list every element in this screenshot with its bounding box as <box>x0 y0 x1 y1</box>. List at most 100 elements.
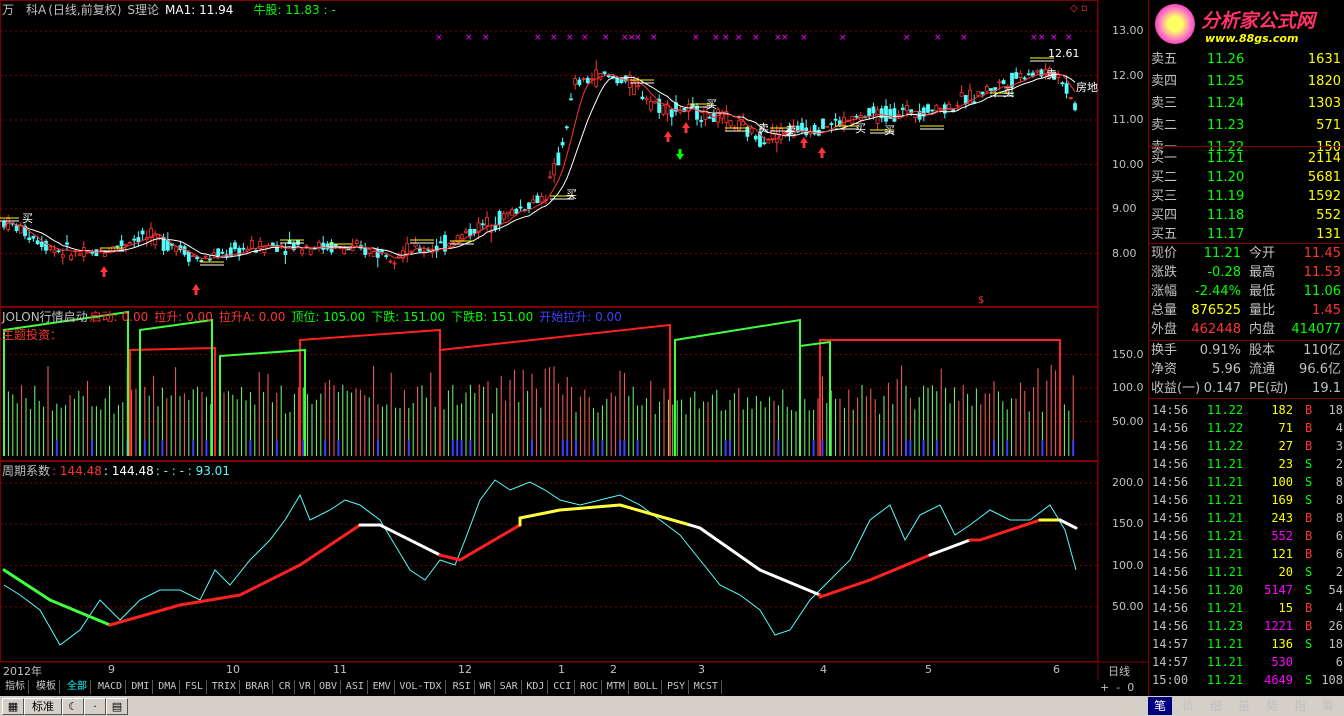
tab-rsi[interactable]: RSI <box>450 680 475 694</box>
candle-body <box>900 107 905 110</box>
right-tab-6[interactable]: 筹 <box>1316 697 1340 715</box>
date-label: 4 <box>820 663 827 676</box>
candle <box>707 115 712 119</box>
tick-row[interactable]: 14:56 11.22 27 B 3 <box>1149 437 1344 455</box>
tab-模板[interactable]: 模板 <box>33 680 60 694</box>
moon-icon[interactable]: ☾ <box>62 698 84 715</box>
candle-body <box>191 255 195 258</box>
zoom-in-button[interactable]: + <box>1100 681 1109 694</box>
tick-side: S <box>1305 457 1313 471</box>
tick-row[interactable]: 14:56 11.21 100 S 8 <box>1149 473 1344 491</box>
tick-row[interactable]: 14:56 11.22 182 B 18 <box>1149 401 1344 419</box>
tick-price: 11.21 <box>1207 565 1244 579</box>
candle-body <box>829 123 834 126</box>
right-tab-4[interactable]: 势 <box>1260 697 1284 715</box>
right-tab-0[interactable]: 笔 <box>1148 697 1172 715</box>
candle-body <box>186 251 191 262</box>
tab-dma[interactable]: DMA <box>155 680 181 694</box>
right-tab-3[interactable]: 量 <box>1232 697 1256 715</box>
x-marker: × <box>712 33 720 43</box>
zoom-controls[interactable]: + - 0 <box>1100 681 1134 694</box>
tick-row[interactable]: 14:57 11.21 530 6 <box>1149 653 1344 671</box>
right-tab-1[interactable]: 价 <box>1176 697 1200 715</box>
candle <box>468 223 473 240</box>
tick-row[interactable]: 14:56 11.21 121 B 6 <box>1149 545 1344 563</box>
tab-cr[interactable]: CR <box>276 680 295 694</box>
tab-指标[interactable]: 指标 <box>2 680 29 694</box>
zoom-reset-button[interactable]: 0 <box>1127 681 1134 694</box>
tick-volume: 20 <box>1278 565 1293 579</box>
zoom-out-button[interactable]: - <box>1116 681 1120 694</box>
tick-row[interactable]: 14:56 11.21 243 B 8 <box>1149 509 1344 527</box>
candle-body <box>48 246 53 250</box>
tab-全部[interactable]: 全部 <box>64 680 91 694</box>
tick-row[interactable]: 14:56 11.21 552 B 6 <box>1149 527 1344 545</box>
tick-row[interactable]: 14:56 11.21 169 S 8 <box>1149 491 1344 509</box>
order-volume: 5681 <box>1307 170 1341 185</box>
panel-controls-icon[interactable]: ◇ ▫ <box>1070 3 1088 14</box>
tick-row[interactable]: 14:56 11.21 20 S 2 <box>1149 563 1344 581</box>
tab-sar[interactable]: SAR <box>497 680 522 694</box>
tick-price: 11.22 <box>1207 439 1244 453</box>
candle-body <box>119 240 124 247</box>
tab-mcst[interactable]: MCST <box>691 680 722 694</box>
period-label[interactable]: 日线 <box>1108 663 1130 679</box>
layout-icon[interactable]: ▤ <box>106 698 128 715</box>
tab-emv[interactable]: EMV <box>370 680 395 694</box>
candle <box>623 75 628 84</box>
quote-value: 11.45 <box>1303 246 1341 261</box>
ind2-tick-label: 100.0 <box>1112 558 1144 572</box>
tick-row[interactable]: 14:56 11.21 15 B 4 <box>1149 599 1344 617</box>
tab-wr[interactable]: WR <box>476 680 496 694</box>
tick-row[interactable]: 14:56 11.22 71 B 4 <box>1149 419 1344 437</box>
tab-trix[interactable]: TRIX <box>209 680 240 694</box>
tab-psy[interactable]: PSY <box>664 680 690 694</box>
order-label: 买五 <box>1151 227 1178 242</box>
tick-count: 2 <box>1335 565 1343 579</box>
right-tab-2[interactable]: 细 <box>1204 697 1228 715</box>
cycle-segment <box>108 603 182 627</box>
candle <box>690 97 695 109</box>
tab-vol-tdx[interactable]: VOL-TDX <box>396 680 446 694</box>
candle <box>392 260 397 270</box>
order-label: 买一 <box>1151 151 1178 166</box>
chart-canvas[interactable]: × × × × × × × × × ×× × × × × × × × × × × × × × × × × × <box>0 0 1148 680</box>
tab-cci[interactable]: CCI <box>550 680 576 694</box>
tab-obv[interactable]: OBV <box>316 680 342 694</box>
tick-price: 11.21 <box>1207 529 1244 543</box>
tab-kdj[interactable]: KDJ <box>523 680 549 694</box>
candle <box>644 95 649 105</box>
tick-row[interactable]: 14:57 11.21 136 S 18 <box>1149 635 1344 653</box>
tick-row[interactable]: 14:56 11.21 23 S 2 <box>1149 455 1344 473</box>
dot-menu-icon[interactable]: · <box>84 698 106 715</box>
candle <box>434 238 439 258</box>
grid-icon[interactable]: ▦ <box>2 698 24 715</box>
tab-macd[interactable]: MACD <box>95 680 127 694</box>
top-x-markers: × × × × × × × × × ×× × × × × × × × × × × × × × × × × × <box>435 33 1073 43</box>
candle <box>833 113 838 128</box>
tab-brar[interactable]: BRAR <box>242 680 274 694</box>
tick-row[interactable]: 15:00 11.21 4649 S 108 <box>1149 671 1344 689</box>
red-up-arrow <box>818 147 826 158</box>
cycle-segment <box>178 593 242 607</box>
tick-row[interactable]: 14:56 11.23 1221 B 26 <box>1149 617 1344 635</box>
tab-vr[interactable]: VR <box>296 680 315 694</box>
tick-side: B <box>1305 511 1313 525</box>
date-label: 12 <box>458 663 472 676</box>
tab-boll[interactable]: BOLL <box>631 680 662 694</box>
tab-roc[interactable]: ROC <box>577 680 603 694</box>
standard-button[interactable]: 标准 <box>24 698 62 715</box>
tab-asi[interactable]: ASI <box>343 680 368 694</box>
main-header: 万 科A (日线,前复权) S理论 MA1: 11.94 牛股: 11.83 : - <box>2 2 342 18</box>
tab-fsl[interactable]: FSL <box>182 680 208 694</box>
order-price: 11.23 <box>1207 118 1245 133</box>
right-tab-5[interactable]: 指 <box>1288 697 1312 715</box>
tab-mtm[interactable]: MTM <box>604 680 629 694</box>
tab-dmi[interactable]: DMI <box>128 680 154 694</box>
candle-body <box>980 91 985 95</box>
tick-row[interactable]: 14:56 11.20 5147 S 54 <box>1149 581 1344 599</box>
candle <box>241 242 246 252</box>
candle-body <box>535 195 540 204</box>
tick-time: 14:56 <box>1152 457 1189 471</box>
candle-body <box>955 104 960 107</box>
